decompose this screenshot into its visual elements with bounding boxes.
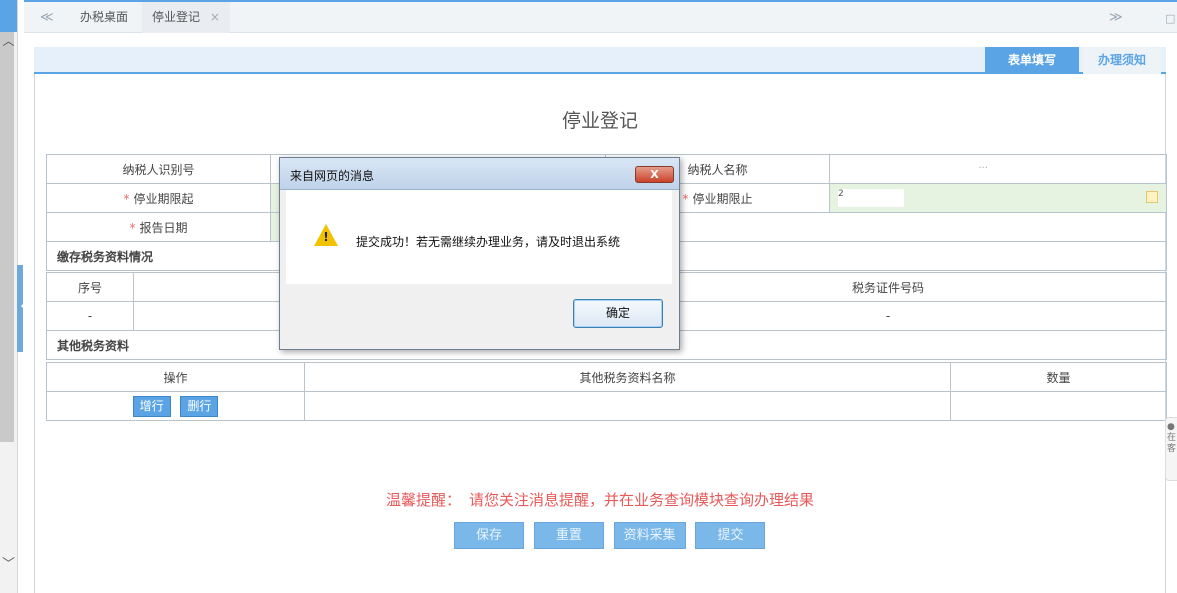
required-mark: * [123,191,130,206]
taxpayer-name-field: ... [829,154,1167,184]
scrollbar-thumb[interactable] [0,32,14,442]
required-mark: * [129,220,136,235]
tab-label: 办税桌面 [80,10,129,24]
tab-suspension-registration[interactable]: 停业登记 × [142,2,230,33]
calendar-icon[interactable] [1146,191,1158,203]
reminder-text: 请您关注消息提醒，并在业务查询模块查询办理结果 [469,491,815,509]
collect-data-button[interactable]: 资料采集 [613,522,686,549]
required-mark: * [682,191,689,206]
submit-button[interactable]: 提交 [695,522,766,549]
tab-form-fill[interactable]: 表单填写 [985,47,1079,74]
table-header-cert-no: 税务证件号码 [609,272,1167,302]
content-header: 表单填写 办理须知 [34,47,1166,74]
action-buttons: 保存 重置 资料采集 提交 [454,522,771,549]
person-icon: ● [1167,422,1175,432]
report-date-filler [605,212,1167,242]
tab-prev-icon[interactable]: ≪ [40,10,54,25]
table-header-seq: 序号 [46,272,134,302]
taxpayer-id-label: 纳税人识别号 [46,154,271,184]
warning-icon-mark: ! [323,230,329,244]
save-button[interactable]: 保存 [454,522,524,549]
end-date-field[interactable]: 2 [829,183,1167,213]
float-tab-char: 在 [1167,433,1177,443]
end-date-text: 停业期限止 [692,191,753,206]
page-title: 停业登记 [561,110,638,132]
table-header-doc-name: 其他税务资料名称 [304,362,951,392]
maximize-icon[interactable]: □ [1165,12,1175,25]
tab-tax-desktop[interactable]: 办税桌面 [70,2,138,33]
table-cell: - [46,301,134,331]
start-date-label: * 停业期限起 [46,183,271,213]
rail-top-block [0,0,17,32]
online-service-tab[interactable]: ● 在 客 [1165,417,1177,481]
close-icon[interactable]: × [210,10,220,24]
reset-button[interactable]: 重置 [533,522,604,549]
table-cell [950,391,1167,421]
table-cell: - [609,301,1167,331]
dialog-titlebar[interactable]: 来自网页的消息 X [280,158,679,190]
table-header-quantity: 数量 [950,362,1167,392]
dialog-title: 来自网页的消息 [290,169,375,183]
close-icon[interactable]: X [635,166,674,183]
tab-handling-notice[interactable]: 办理须知 [1083,47,1161,74]
tab-label: 停业登记 [152,10,201,24]
left-scroll-rail[interactable]: ︿ ﹀ [0,0,18,593]
start-date-text: 停业期限起 [133,191,194,206]
other-docs-table: 操作 其他税务资料名称 数量 增行 删行 [46,362,1167,421]
dialog-body: ! 提交成功！若无需继续办理业务，请及时退出系统 [286,190,672,284]
report-date-label: * 报告日期 [46,212,271,242]
float-tab-char: 客 [1167,444,1177,454]
ok-button[interactable]: 确定 [573,299,663,328]
warm-reminder: 温馨提醒： 请您关注消息提醒，并在业务查询模块查询办理结果 [34,489,1166,510]
tab-bar: ≪ 办税桌面 停业登记 × ≫ □ [24,0,1177,33]
taxpayer-name-value: ... [838,160,988,178]
tab-next-icon[interactable]: ≫ [1109,10,1123,25]
dialog-message: 提交成功！若无需继续办理业务，请及时退出系统 [356,235,621,249]
add-row-button[interactable]: 增行 [132,395,171,417]
chevron-up-icon[interactable]: ︿ [2,34,15,48]
message-dialog: 来自网页的消息 X ! 提交成功！若无需继续办理业务，请及时退出系统 确定 [279,157,680,350]
table-cell-operations: 增行 删行 [46,391,305,421]
table-header-operation: 操作 [46,362,305,392]
delete-row-button[interactable]: 删行 [180,395,219,417]
end-date-value: 2 [838,189,904,207]
reminder-label: 温馨提醒： [385,491,461,509]
chevron-down-icon[interactable]: ﹀ [2,557,15,573]
collapse-sidebar-handle[interactable] [17,265,24,352]
table-cell [304,391,951,421]
report-date-text: 报告日期 [139,220,188,235]
